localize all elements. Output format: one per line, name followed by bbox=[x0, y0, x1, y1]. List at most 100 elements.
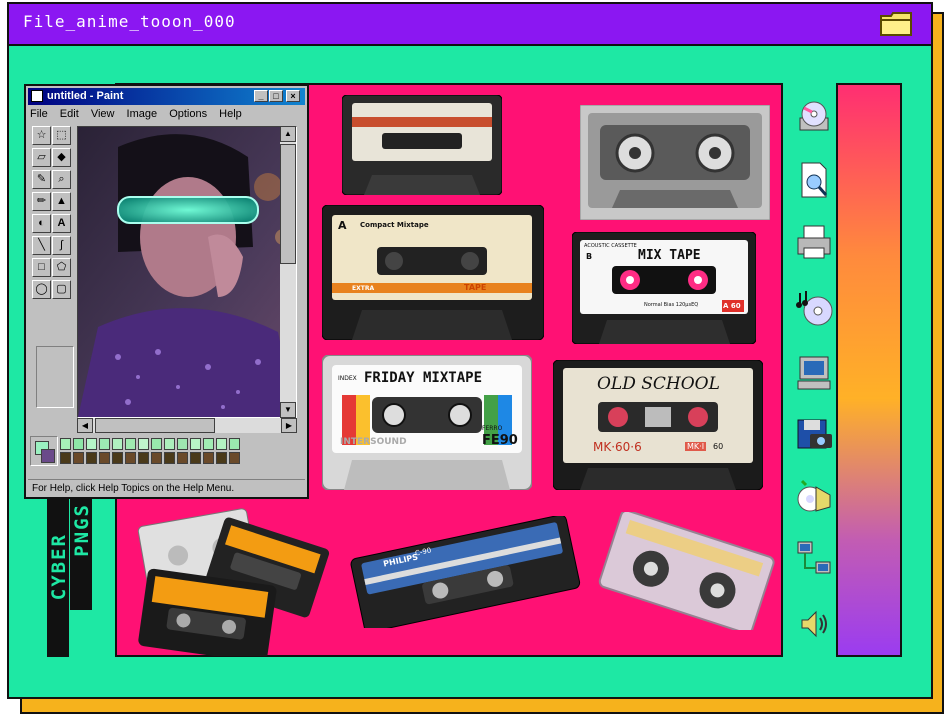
palette-swatch[interactable] bbox=[216, 438, 227, 450]
friday-index: INDEX bbox=[338, 375, 357, 382]
airbrush-tool[interactable]: ◐ bbox=[32, 214, 51, 233]
palette-swatch[interactable] bbox=[125, 452, 136, 464]
menu-options[interactable]: Options bbox=[169, 108, 207, 120]
menu-image[interactable]: Image bbox=[127, 108, 158, 120]
horizontal-scrollbar[interactable]: ◀ ▶ bbox=[77, 418, 297, 433]
curve-tool[interactable]: ∫ bbox=[52, 236, 71, 255]
maximize-button[interactable]: □ bbox=[269, 90, 283, 102]
camera-disk-icon[interactable] bbox=[794, 412, 834, 452]
network-icon[interactable] bbox=[794, 540, 834, 580]
scroll-up-arrow[interactable]: ▲ bbox=[280, 126, 296, 142]
paint-title-bar[interactable]: untitled - Paint _ □ × bbox=[28, 88, 305, 105]
palette-swatch[interactable] bbox=[177, 452, 188, 464]
palette-swatch[interactable] bbox=[164, 452, 175, 464]
palette-swatch[interactable] bbox=[112, 452, 123, 464]
status-text: For Help, click Help Topics on the Help … bbox=[32, 483, 235, 494]
scroll-left-arrow[interactable]: ◀ bbox=[77, 418, 93, 433]
vertical-scrollbar[interactable]: ▲ ▼ bbox=[280, 126, 296, 418]
compact-side: A bbox=[338, 219, 347, 232]
scroll-down-arrow[interactable]: ▼ bbox=[280, 402, 296, 418]
hscroll-thumb[interactable] bbox=[95, 418, 215, 433]
cyber-text: CYBER bbox=[48, 533, 70, 601]
palette-swatch[interactable] bbox=[73, 452, 84, 464]
brush-tool[interactable]: ▲ bbox=[52, 192, 71, 211]
paint-app-icon bbox=[31, 90, 43, 102]
scroll-right-arrow[interactable]: ▶ bbox=[281, 418, 297, 433]
mixtape-length: A 60 bbox=[723, 302, 741, 310]
menu-file[interactable]: File bbox=[30, 108, 48, 120]
palette-swatch[interactable] bbox=[216, 452, 227, 464]
cassette-clear bbox=[592, 509, 782, 635]
color-palette bbox=[30, 436, 262, 470]
friday-brand: INTERSOUND bbox=[340, 437, 407, 447]
fill-tool[interactable]: ◆ bbox=[52, 148, 71, 167]
printer-icon[interactable] bbox=[794, 222, 834, 262]
title-bar[interactable]: File_anime_tooon_000 bbox=[9, 4, 931, 46]
palette-swatch[interactable] bbox=[229, 438, 240, 450]
palette-swatch[interactable] bbox=[99, 438, 110, 450]
scroll-thumb[interactable] bbox=[280, 144, 296, 264]
ellipse-tool[interactable]: ◯ bbox=[32, 280, 51, 299]
rounded-rect-tool[interactable]: ▢ bbox=[52, 280, 71, 299]
menu-edit[interactable]: Edit bbox=[60, 108, 79, 120]
palette-swatch[interactable] bbox=[190, 438, 201, 450]
oldschool-tag2: 60 bbox=[713, 442, 724, 451]
tool-options-box[interactable] bbox=[36, 346, 74, 408]
palette-swatch[interactable] bbox=[138, 452, 149, 464]
rectangle-tool[interactable]: □ bbox=[32, 258, 51, 277]
speaker-icon[interactable] bbox=[794, 604, 834, 644]
friday-type: FERRO bbox=[482, 425, 503, 432]
current-colors[interactable] bbox=[30, 436, 58, 466]
palette-swatch[interactable] bbox=[151, 438, 162, 450]
minimize-button[interactable]: _ bbox=[254, 90, 268, 102]
rect-select-tool[interactable]: ⬚ bbox=[52, 126, 71, 145]
palette-swatch[interactable] bbox=[177, 438, 188, 450]
free-select-tool[interactable]: ☆ bbox=[32, 126, 51, 145]
eraser-tool[interactable]: ▱ bbox=[32, 148, 51, 167]
palette-swatch[interactable] bbox=[86, 438, 97, 450]
palette-swatch[interactable] bbox=[86, 452, 97, 464]
palette-swatch[interactable] bbox=[138, 438, 149, 450]
search-file-icon[interactable] bbox=[794, 160, 834, 200]
paint-canvas[interactable] bbox=[77, 126, 297, 418]
palette-swatch[interactable] bbox=[190, 452, 201, 464]
paint-status-bar: For Help, click Help Topics on the Help … bbox=[28, 479, 305, 498]
palette-swatch[interactable] bbox=[203, 438, 214, 450]
pencil-tool[interactable]: ✏ bbox=[32, 192, 51, 211]
cd-drive-icon[interactable] bbox=[794, 98, 834, 138]
cassette-orange-pile bbox=[132, 508, 332, 663]
folder-icon[interactable] bbox=[879, 11, 913, 37]
mixtape-sub: Normal Bias 120µsEQ bbox=[644, 302, 699, 308]
compact-tape: TAPE bbox=[464, 283, 487, 292]
portrait-image bbox=[78, 127, 296, 417]
color-picker-tool[interactable]: ✎ bbox=[32, 170, 51, 189]
palette-swatch[interactable] bbox=[125, 438, 136, 450]
mixtape-side: B bbox=[586, 252, 593, 261]
menu-view[interactable]: View bbox=[91, 108, 115, 120]
line-tool[interactable]: ╲ bbox=[32, 236, 51, 255]
menu-help[interactable]: Help bbox=[219, 108, 242, 120]
paint-toolbox: ☆ ⬚ ▱ ◆ ✎ ⌕ ✏ ▲ ◐ A ╲ ∫ □ ⬠ ◯ ▢ bbox=[30, 126, 74, 426]
polygon-tool[interactable]: ⬠ bbox=[52, 258, 71, 277]
media-player-icon[interactable] bbox=[794, 477, 834, 517]
palette-swatch[interactable] bbox=[99, 452, 110, 464]
palette-swatch[interactable] bbox=[60, 438, 71, 450]
cassette-old-school: OLD SCHOOL MK·60·6 MK·I 60 bbox=[552, 359, 764, 491]
palette-swatch[interactable] bbox=[151, 452, 162, 464]
music-cd-icon[interactable] bbox=[794, 287, 834, 327]
palette-swatch[interactable] bbox=[164, 438, 175, 450]
cassette-philips: PHILIPS C-90 bbox=[345, 514, 585, 633]
text-tool[interactable]: A bbox=[52, 214, 71, 233]
palette-swatch[interactable] bbox=[60, 452, 71, 464]
palette-swatch[interactable] bbox=[112, 438, 123, 450]
paint-window[interactable]: untitled - Paint _ □ × File Edit View Im… bbox=[24, 84, 309, 499]
magnifier-tool[interactable]: ⌕ bbox=[52, 170, 71, 189]
palette-swatch[interactable] bbox=[229, 452, 240, 464]
palette-swatch[interactable] bbox=[203, 452, 214, 464]
palette-swatch[interactable] bbox=[73, 438, 84, 450]
friday-model: FE90 bbox=[482, 433, 518, 448]
computer-icon[interactable] bbox=[794, 353, 834, 393]
close-button[interactable]: × bbox=[286, 90, 300, 102]
compact-label: EXTRA bbox=[352, 285, 375, 292]
cassette-friday-mixtape: INDEX FRIDAY MIXTAPE INTERSOUND FERRO FE… bbox=[321, 354, 533, 491]
